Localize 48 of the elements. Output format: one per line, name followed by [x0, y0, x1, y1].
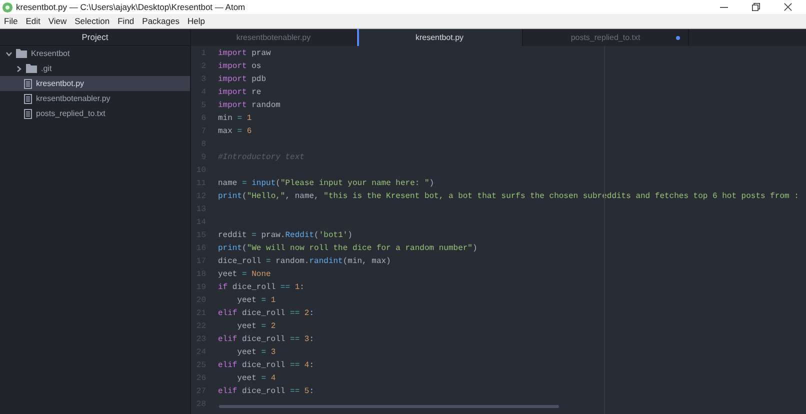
menu-item[interactable]: Selection — [74, 16, 110, 26]
code-line: yeet = 1 — [236, 296, 276, 305]
code-line: elif dice_roll == 3: — [218, 335, 314, 344]
code-line: yeet = 2 — [236, 322, 276, 331]
tree-item[interactable]: Kresentbot — [0, 46, 190, 61]
code-line: min = 1 — [218, 114, 252, 123]
code-line: reddit = praw.Reddit('bot1') — [218, 231, 352, 240]
chevron-icon — [16, 66, 22, 72]
folder-icon — [16, 49, 27, 58]
menu-item[interactable]: Packages — [142, 16, 180, 26]
panel-title: Project — [0, 29, 190, 46]
code-line: import praw — [218, 49, 271, 58]
menu-item[interactable]: File — [4, 16, 18, 26]
menu-item[interactable]: Edit — [26, 16, 40, 26]
restore-icon[interactable] — [752, 3, 760, 11]
file-icon — [24, 78, 32, 88]
code-line: import re — [218, 88, 262, 97]
code-line: print("Hello,", name, "this is the Kresent bot, a bot that surfs the chosen subreddits and fetches top 6 hot posts from : — [218, 192, 799, 201]
code-line: import random — [218, 101, 280, 110]
code-line: if dice_roll == 1: — [218, 283, 304, 292]
code-line: name = input("Please input your name here: ") — [218, 179, 434, 188]
code-line: import os — [218, 62, 262, 71]
window-title: kresentbot.py — C:\Users\ajayk\Desktop\Kresentbot — Atom — [16, 2, 246, 12]
menu-item[interactable]: Help — [188, 16, 205, 26]
tree-item[interactable]: kresentbot.py — [0, 76, 190, 91]
menu-item[interactable]: Find — [118, 16, 134, 26]
code-line: yeet = None — [218, 270, 271, 279]
code-line: elif dice_roll == 4: — [218, 361, 314, 370]
tree-item[interactable]: kresentbotenabler.py — [0, 91, 190, 106]
close-icon[interactable] — [784, 3, 792, 11]
tree-item[interactable]: posts_replied_to.txt — [0, 106, 190, 121]
chevron-icon — [6, 50, 12, 56]
tab[interactable]: kresentbot.py — [357, 29, 523, 46]
folder-icon — [26, 64, 37, 73]
code-line: dice_roll = random.randint(min, max) — [218, 257, 391, 266]
code-line: import pdb — [218, 75, 266, 84]
code-line: max = 6 — [218, 127, 252, 136]
code-line: yeet = 4 — [236, 374, 276, 383]
code-line: print("We will now roll the dice for a random number") — [218, 244, 478, 253]
code-line: yeet = 3 — [236, 348, 276, 357]
file-icon — [24, 94, 32, 104]
code-line: #Introductory text — [218, 153, 304, 162]
code-line: elif dice_roll == 5: — [218, 387, 314, 396]
scrollbar[interactable] — [219, 405, 559, 408]
code-line: elif dice_roll == 2: — [218, 309, 314, 318]
tree-item[interactable]: .git — [0, 61, 190, 76]
menu-item[interactable]: View — [48, 16, 67, 26]
file-icon — [24, 108, 32, 118]
